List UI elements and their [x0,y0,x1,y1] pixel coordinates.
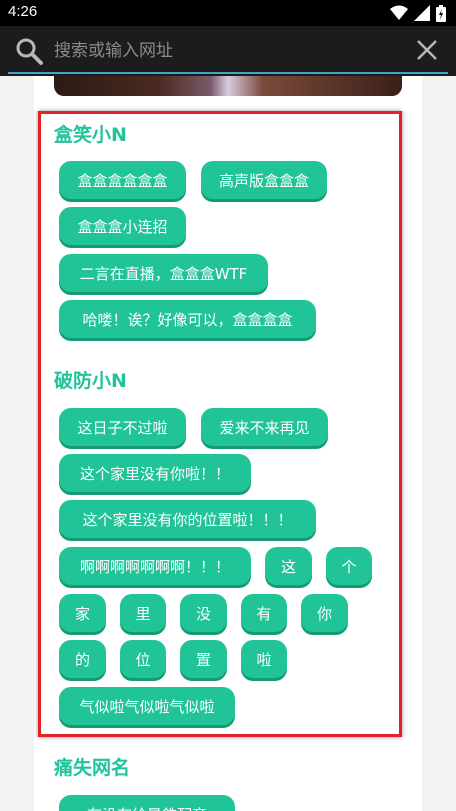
sound-button[interactable]: 二言在直播，盒盒盒WTF [59,254,268,292]
section-title-pofang: 破防小N [54,370,127,392]
sound-button[interactable]: 这个家里没有你的位置啦！！！ [59,500,316,538]
sound-button[interactable]: 啊啊啊啊啊啊啊！！！ [59,547,251,585]
section-title-tongshi: 痛失网名 [54,757,131,779]
sound-button[interactable]: 盒盒盒盒盒盒 [59,161,186,199]
page-content: 盒笑小N 盒盒盒盒盒盒 高声版盒盒盒 盒盒盒小连招 二言在直播，盒盒盒WTF 哈… [0,76,456,811]
sound-button[interactable]: 个 [326,547,372,585]
sound-button[interactable]: 高声版盒盒盒 [201,161,327,199]
sound-button[interactable]: 气似啦气似啦气似啦 [59,687,235,725]
sound-button[interactable]: 哈喽！诶？好像可以，盒盒盒盒 [59,300,316,338]
sound-button[interactable]: 置 [180,640,227,678]
sound-button[interactable]: 有 [241,594,287,632]
sound-button[interactable]: 这日子不过啦 [59,408,186,446]
section-title-hexiao: 盒笑小N [54,124,127,146]
sound-button[interactable]: 有没有给暑鉄配音 [59,795,235,811]
sound-button[interactable]: 啦 [241,640,287,678]
sound-button[interactable]: 爱来不来再见 [201,408,328,446]
sound-button[interactable]: 盒盒盒小连招 [59,207,186,245]
search-icon[interactable] [14,36,44,66]
banner-image [54,76,402,96]
sound-button[interactable]: 位 [120,640,166,678]
sound-button[interactable]: 这 [265,547,312,585]
cellular-signal-icon [414,5,430,21]
sound-button[interactable]: 你 [301,594,348,632]
sound-button[interactable]: 没 [180,594,227,632]
sound-button[interactable]: 里 [120,594,166,632]
battery-icon [436,4,446,22]
status-icons [390,4,446,22]
search-bar [0,26,456,76]
sound-button[interactable]: 的 [59,640,106,678]
search-underline [8,72,448,74]
close-icon[interactable] [416,39,438,61]
sound-button[interactable]: 家 [59,594,106,632]
wifi-icon [390,5,408,20]
sound-button[interactable]: 这个家里没有你啦！！ [59,454,251,492]
status-bar: 4:26 [0,0,456,26]
search-input[interactable] [54,38,394,64]
status-time: 4:26 [8,3,38,20]
